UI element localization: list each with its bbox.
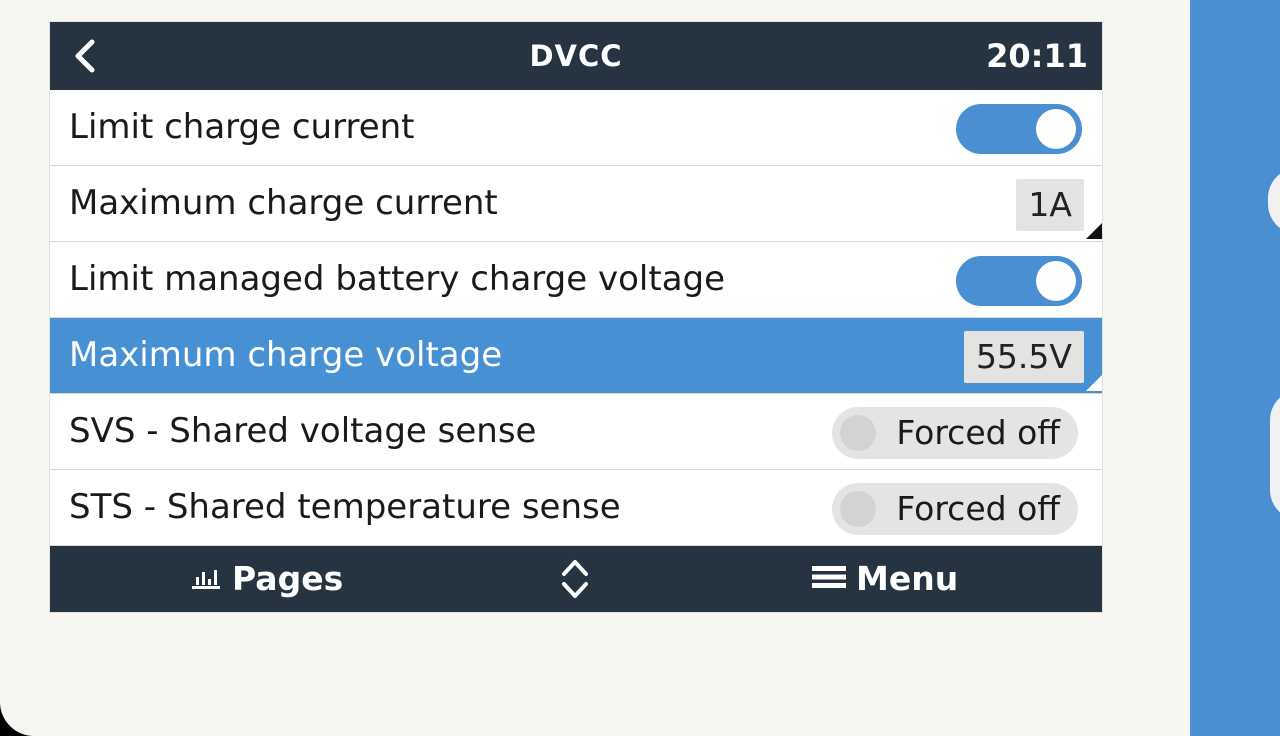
- row-label: Limit charge current: [69, 107, 415, 147]
- switch-knob: [840, 415, 876, 451]
- max-charge-voltage-value[interactable]: 55.5V: [963, 331, 1084, 383]
- row-label: SVS - Shared voltage sense: [69, 411, 537, 451]
- scroll-up-down-button[interactable]: [558, 557, 592, 601]
- row-maximum-charge-current[interactable]: Maximum charge current 1A: [50, 166, 1102, 242]
- row-limit-charge-current[interactable]: Limit charge current: [50, 90, 1102, 166]
- row-label: STS - Shared temperature sense: [69, 487, 621, 527]
- svs-state-switch[interactable]: Forced off: [832, 407, 1078, 459]
- row-svs-shared-voltage-sense[interactable]: SVS - Shared voltage sense Forced off: [50, 394, 1102, 470]
- row-maximum-charge-voltage[interactable]: Maximum charge voltage 55.5V: [50, 318, 1102, 394]
- menu-button[interactable]: Menu: [812, 546, 958, 612]
- side-panel: [1190, 0, 1280, 736]
- device-screen: DVCC 20:11 Limit charge current Maximum …: [50, 22, 1102, 612]
- pages-button[interactable]: Pages: [190, 546, 343, 612]
- menu-label: Menu: [856, 559, 959, 598]
- page-title: DVCC: [529, 39, 623, 73]
- hamburger-menu-icon: [812, 546, 846, 612]
- toggle-knob: [1036, 261, 1076, 301]
- row-sts-shared-temperature-sense[interactable]: STS - Shared temperature sense Forced of…: [50, 470, 1102, 546]
- row-label: Maximum charge voltage: [69, 335, 503, 375]
- row-label: Limit managed battery charge voltage: [69, 259, 726, 299]
- edit-corner-icon: [1086, 223, 1102, 239]
- bar-chart-icon: [190, 546, 222, 612]
- limit-managed-battery-voltage-toggle[interactable]: [956, 256, 1082, 306]
- switch-knob: [840, 491, 876, 527]
- side-knob-bottom: [1270, 390, 1280, 520]
- pages-label: Pages: [232, 559, 344, 598]
- sts-state-switch[interactable]: Forced off: [832, 483, 1078, 535]
- title-bar: DVCC 20:11: [50, 22, 1102, 90]
- chevron-up-down-icon: [562, 560, 588, 598]
- clock: 20:11: [986, 37, 1088, 75]
- edit-corner-icon: [1086, 375, 1102, 391]
- limit-charge-current-toggle[interactable]: [956, 104, 1082, 154]
- row-label: Maximum charge current: [69, 183, 498, 223]
- footer-bar: Pages Menu: [50, 546, 1102, 612]
- row-limit-managed-battery-charge-voltage[interactable]: Limit managed battery charge voltage: [50, 242, 1102, 318]
- state-text: Forced off: [896, 413, 1060, 452]
- max-charge-current-value[interactable]: 1A: [1016, 179, 1084, 231]
- state-text: Forced off: [896, 489, 1060, 528]
- toggle-knob: [1036, 109, 1076, 149]
